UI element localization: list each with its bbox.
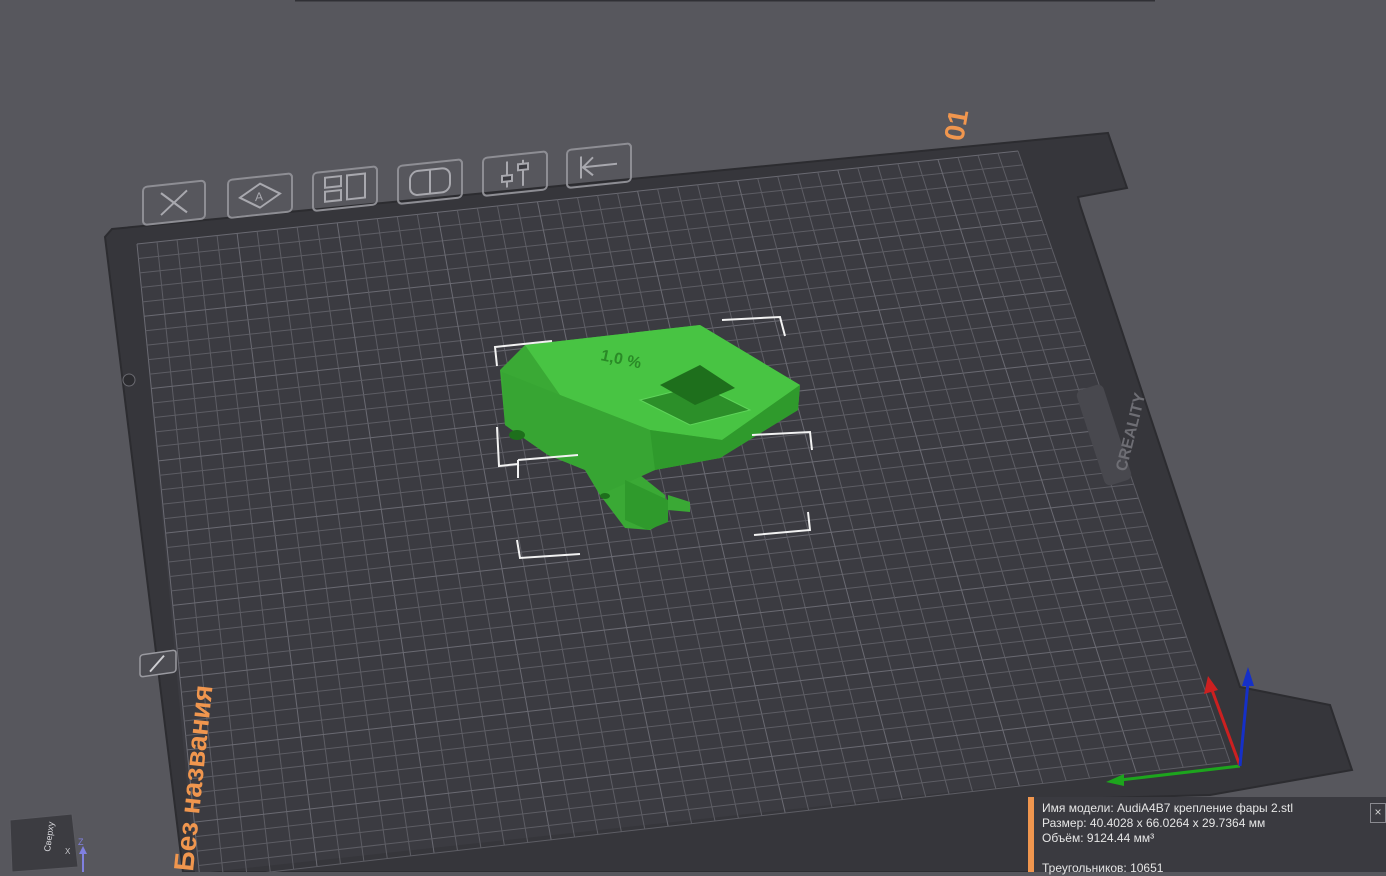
view-cube-z-label: Z: [78, 837, 84, 847]
auto-orient-icon[interactable]: A: [227, 172, 293, 219]
model-triangles-line: Треугольников: 10651: [1042, 861, 1164, 875]
svg-text:A: A: [255, 189, 263, 204]
plate-edit-icon[interactable]: [139, 649, 177, 678]
arrange-icon[interactable]: [312, 165, 378, 212]
plate-number: 01: [938, 107, 974, 143]
view-cube-z-arrow-icon: [79, 846, 87, 854]
model-name-line: Имя модели: AudiA4B7 крепление фары 2.st…: [1042, 801, 1294, 815]
plate-screw-icon: [122, 373, 136, 387]
build-plate-viewport[interactable]: CREALITY 01 Без названия A 1,0 %: [0, 0, 1386, 872]
view-cube[interactable]: Сверху Z X: [8, 812, 88, 872]
close-icon[interactable]: ×: [1370, 803, 1386, 823]
view-cube-x-label: X: [65, 847, 71, 856]
model-volume-line: Объём: 9124.44 мм³: [1042, 831, 1155, 845]
add-plate-icon[interactable]: [397, 158, 463, 205]
model-size-line: Размер: 40.4028 x 66.0264 x 29.7364 мм: [1042, 816, 1266, 830]
close-x-icon[interactable]: [142, 179, 206, 226]
model-info-panel: Имя модели: AudiA4B7 крепление фары 2.st…: [1028, 797, 1386, 875]
axis-z-arrow: [1242, 667, 1254, 686]
